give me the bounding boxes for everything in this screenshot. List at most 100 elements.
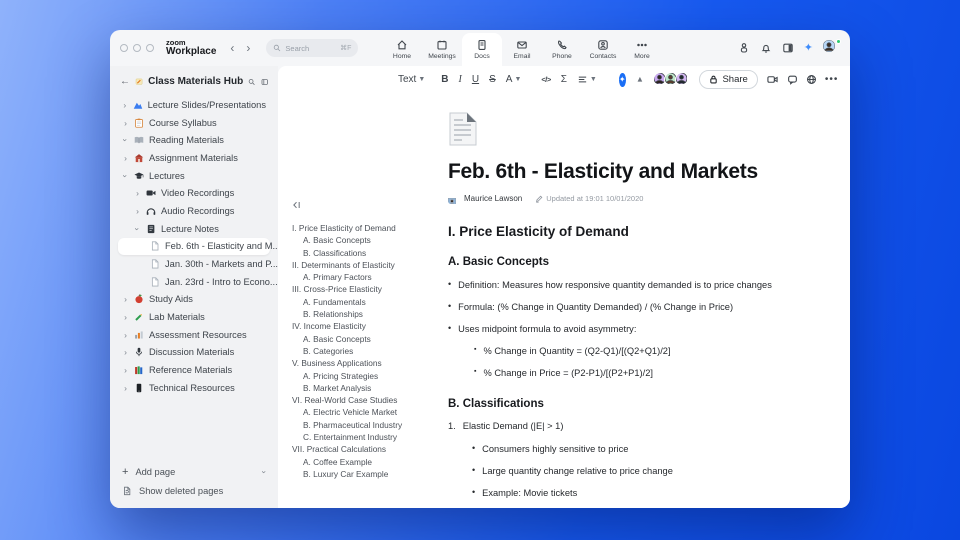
chevron-down-icon[interactable]: › [133,225,143,232]
window-minimize-button[interactable] [133,44,141,52]
sidebar-back-icon[interactable]: ← [120,76,130,87]
tab-more[interactable]: More [624,33,660,66]
ai-sparkle-icon[interactable]: ✦ [804,42,813,54]
sub-bullet-item[interactable]: ▪% Change in Price = (P2-P1)/[(P2+P1)/2] [474,368,820,379]
numbered-item[interactable]: 1. Elastic Demand (|E| > 1) [448,421,820,432]
text-color-button[interactable]: A ▼ [506,74,522,85]
outline-item[interactable]: I. Price Elasticity of Demand [292,224,426,232]
chevron-right-icon[interactable]: › [122,383,129,393]
sidebar-panel-icon[interactable] [261,77,268,87]
outline-item[interactable]: A. Basic Concepts [292,335,426,343]
sidebar-item-lectures[interactable]: › Lectures [118,167,270,185]
tab-docs[interactable]: Docs [462,33,502,66]
bullet-item[interactable]: • Consumers highly sensitive to price [472,443,820,455]
sidebar-page-jan-23[interactable]: Jan. 23rd - Intro to Econo... [118,273,278,291]
bell-icon[interactable] [760,42,772,54]
sidebar-item-lecture-slides[interactable]: › Lecture Slides/Presentations [118,96,270,114]
chevron-down-icon[interactable]: › [121,137,131,144]
outline-item[interactable]: III. Cross-Price Elasticity [292,285,426,294]
outline-item[interactable]: A. Coffee Example [292,458,426,466]
chevron-right-icon[interactable]: › [122,365,129,375]
chevron-right-icon[interactable]: › [134,188,141,198]
outline-item[interactable]: A. Electric Vehicle Market [292,408,426,417]
sidebar-item-video-recordings[interactable]: › Video Recordings [118,184,270,202]
video-icon[interactable] [766,74,779,85]
chat-icon[interactable] [787,74,798,85]
more-options-icon[interactable]: ••• [825,74,839,85]
outline-item[interactable]: B. Classifications [292,249,426,257]
outline-item[interactable]: C. Entertainment Industry [292,433,426,441]
author-name[interactable]: Maurice Lawson [464,194,522,203]
subsection-heading[interactable]: B. Classifications [448,398,820,410]
doc-content[interactable]: Feb. 6th - Elasticity and Markets Mauric… [430,93,850,508]
collaborator-avatars[interactable] [653,71,692,88]
show-deleted-pages-button[interactable]: Show deleted pages [122,481,266,500]
outline-item[interactable]: A. Basic Concepts [292,236,426,244]
chevron-right-icon[interactable]: › [122,100,128,110]
chevron-right-icon[interactable]: › [122,347,129,357]
outline-item[interactable]: A. Pricing Strategies [292,372,426,380]
strikethrough-button[interactable]: S [489,74,496,85]
tab-contacts[interactable]: Contacts [582,33,624,66]
outline-item[interactable]: B. Pharmaceutical Industry [292,421,426,429]
sidebar-page-feb-6[interactable]: Feb. 6th - Elasticity and M... [118,237,278,256]
window-close-button[interactable] [120,44,128,52]
bold-button[interactable]: B [441,74,448,85]
sidebar-item-audio-recordings[interactable]: › Audio Recordings [118,202,270,220]
list-format-button[interactable]: ▼ [577,74,597,85]
chevron-right-icon[interactable]: › [122,153,129,163]
chevron-right-icon[interactable]: › [122,294,129,304]
formula-button[interactable]: Σ [561,74,567,85]
tab-email[interactable]: Email [502,33,542,66]
chevron-right-icon[interactable]: › [134,206,141,216]
sidebar-item-study-aids[interactable]: › Study Aids [118,291,270,309]
code-button[interactable]: </> [541,75,551,84]
section-heading[interactable]: I. Price Elasticity of Demand [448,224,820,239]
sidebar-item-course-syllabus[interactable]: › Course Syllabus [118,114,270,132]
bullet-item[interactable]: • Large quantity change relative to price… [472,465,820,477]
contact-card-icon[interactable] [738,42,750,54]
back-icon[interactable]: ‹ [224,42,240,54]
sidebar-item-assignment-materials[interactable]: › Assignment Materials [118,149,270,167]
outline-item[interactable]: A. Fundamentals [292,298,426,306]
tab-meetings[interactable]: Meetings [422,33,462,66]
collapse-outline-button[interactable] [292,197,426,215]
tab-phone[interactable]: Phone [542,33,582,66]
outline-item[interactable]: II. Determinants of Elasticity [292,261,426,269]
sidebar-item-lecture-notes[interactable]: › Lecture Notes [118,220,270,238]
outline-item[interactable]: B. Categories [292,347,426,355]
bullet-item[interactable]: • Uses midpoint formula to avoid asymmetr… [448,323,820,335]
chevron-right-icon[interactable]: › [122,118,129,128]
outline-item[interactable]: B. Market Analysis [292,384,426,392]
tab-home[interactable]: Home [382,33,422,66]
ai-companion-button[interactable]: ✦ [618,72,626,87]
outline-item[interactable]: IV. Income Elasticity [292,322,426,330]
italic-button[interactable]: I [459,74,462,85]
sidebar-item-reference-materials[interactable]: › Reference Materials [118,361,270,379]
collapse-toolbar-icon[interactable]: ▼ [636,75,644,84]
outline-item[interactable]: VI. Real-World Case Studies [292,396,426,404]
share-button[interactable]: Share [699,70,758,89]
window-zoom-button[interactable] [146,44,154,52]
bullet-item[interactable]: • Formula: (% Change in Quantity Demanded… [448,301,820,313]
sidebar-item-discussion-materials[interactable]: › Discussion Materials [118,344,270,362]
outline-item[interactable]: VII. Practical Calculations [292,445,426,453]
forward-icon[interactable]: › [240,42,256,54]
underline-button[interactable]: U [472,74,479,85]
bullet-item[interactable]: • Definition: Measures how responsive qua… [448,279,820,291]
panel-toggle-icon[interactable] [782,42,794,54]
doc-title[interactable]: Feb. 6th - Elasticity and Markets [448,160,820,184]
sidebar-search-icon[interactable] [248,77,255,87]
outline-item[interactable]: A. Primary Factors [292,273,426,281]
chevron-right-icon[interactable]: › [122,312,129,322]
outline-item[interactable]: B. Luxury Car Example [292,470,426,478]
outline-item[interactable]: V. Business Applications [292,359,426,367]
sub-bullet-item[interactable]: ▪% Change in Quantity = (Q2-Q1)/[(Q2+Q1)… [474,346,820,357]
sidebar-item-assessment-resources[interactable]: › Assessment Resources [118,326,270,344]
sidebar-item-technical-resources[interactable]: › Technical Resources [118,379,270,397]
add-page-button[interactable]: + Add page › [122,462,270,481]
outline-item[interactable]: B. Relationships [292,310,426,318]
user-avatar[interactable] [823,38,841,57]
chevron-down-icon[interactable]: › [260,470,270,473]
sidebar-page-jan-30[interactable]: Jan. 30th - Markets and P... [118,255,278,273]
